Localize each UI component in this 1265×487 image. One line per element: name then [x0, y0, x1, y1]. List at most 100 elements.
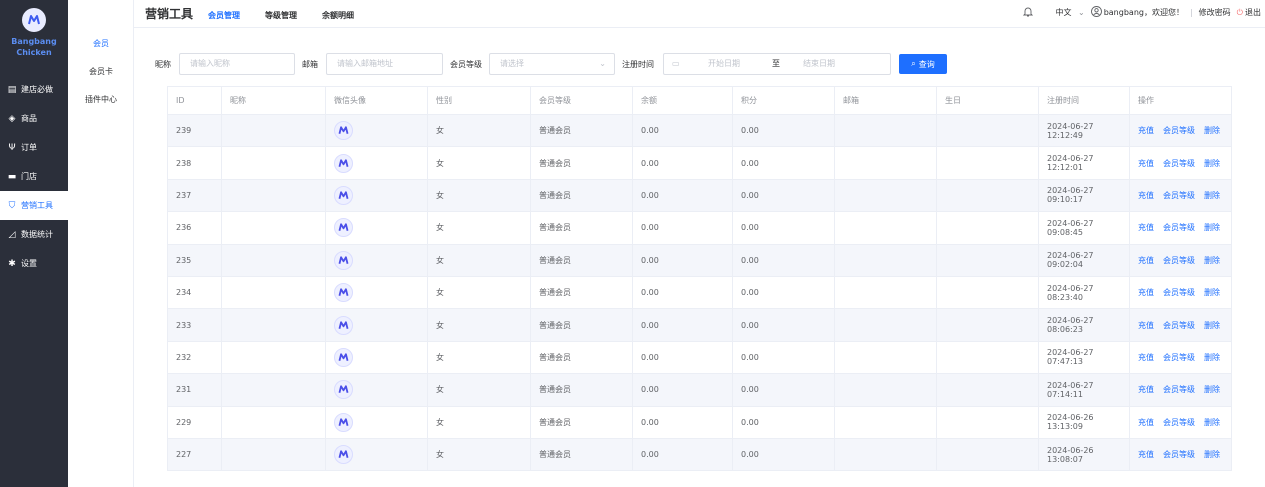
- avatar-cell: [325, 179, 428, 213]
- tab-level-management[interactable]: 等级管理: [265, 10, 297, 21]
- cell-email: [834, 438, 937, 472]
- language-select[interactable]: 中文 ⌄: [1055, 7, 1084, 18]
- sidebar-item-4[interactable]: ⛉ 营销工具: [0, 191, 68, 220]
- cell-gender: 女: [427, 179, 531, 213]
- cell-email: [834, 341, 937, 375]
- recharge-link[interactable]: 充值: [1138, 159, 1154, 168]
- member-level-link[interactable]: 会员等级: [1163, 450, 1195, 459]
- member-level-link[interactable]: 会员等级: [1163, 353, 1195, 362]
- cell-birthday: [936, 341, 1039, 375]
- table-row: 236 女普通会员 0.00 0.00 2024-06-27 09:08:45 充值 会员等…: [167, 211, 1232, 245]
- sub-item-member[interactable]: 会员: [68, 38, 134, 49]
- recharge-link[interactable]: 充值: [1138, 191, 1154, 200]
- delete-link[interactable]: 删除: [1204, 288, 1220, 297]
- recharge-link[interactable]: 充值: [1138, 321, 1154, 330]
- main-sidebar: Bangbang Chicken ▤ 建店必做 ◈ 商品 Ψ 订单 ▬ 门店 ⛉ 营销工具 ◿ 数据统…: [0, 0, 68, 487]
- member-level-link[interactable]: 会员等级: [1163, 256, 1195, 265]
- sidebar-item-6[interactable]: ✱ 设置: [0, 249, 68, 278]
- level-select[interactable]: 请选择 ⌄: [489, 53, 615, 75]
- cell-gender: 女: [427, 341, 531, 375]
- cell-actions: 充值 会员等级 删除: [1129, 406, 1232, 439]
- cell-email: [834, 211, 937, 245]
- end-date[interactable]: 结束日期: [803, 54, 835, 74]
- cell-gender: 女: [427, 308, 531, 342]
- cell-id: 234: [167, 276, 222, 310]
- start-date[interactable]: 开始日期: [708, 54, 740, 74]
- query-button[interactable]: ⌕ 查询: [899, 54, 947, 74]
- brand: Bangbang Chicken: [0, 0, 68, 75]
- cell-actions: 充值 会员等级 删除: [1129, 114, 1232, 148]
- cell-id: 233: [167, 308, 222, 342]
- sidebar-item-1[interactable]: ◈ 商品: [0, 104, 68, 133]
- date-range-picker[interactable]: ▭ 开始日期 至 结束日期: [663, 53, 891, 75]
- cell-birthday: [936, 244, 1039, 277]
- member-level-link[interactable]: 会员等级: [1163, 159, 1195, 168]
- sub-item-plugin-center[interactable]: 插件中心: [68, 94, 134, 105]
- cell-regtime: 2024-06-27 07:47:13: [1038, 341, 1130, 375]
- delete-link[interactable]: 删除: [1204, 256, 1220, 265]
- cell-id: 238: [167, 146, 222, 180]
- cell-actions: 充值 会员等级 删除: [1129, 179, 1232, 213]
- member-level-link[interactable]: 会员等级: [1163, 288, 1195, 297]
- email-input[interactable]: 请输入邮箱地址: [326, 53, 443, 75]
- range-separator: 至: [772, 59, 780, 68]
- recharge-link[interactable]: 充值: [1138, 450, 1154, 459]
- bell-icon[interactable]: [1023, 6, 1034, 19]
- member-level-link[interactable]: 会员等级: [1163, 223, 1195, 232]
- delete-link[interactable]: 删除: [1204, 353, 1220, 362]
- cell-birthday: [936, 211, 1039, 245]
- cell-actions: 充值 会员等级 删除: [1129, 276, 1232, 310]
- cell-level: 普通会员: [530, 276, 633, 310]
- sidebar-item-3[interactable]: ▬ 门店: [0, 162, 68, 191]
- cell-balance: 0.00: [632, 244, 733, 277]
- cell-gender: 女: [427, 438, 531, 472]
- change-password-link[interactable]: 修改密码: [1199, 7, 1231, 18]
- cell-balance: 0.00: [632, 373, 733, 407]
- delete-link[interactable]: 删除: [1204, 385, 1220, 394]
- recharge-link[interactable]: 充值: [1138, 418, 1154, 427]
- member-level-link[interactable]: 会员等级: [1163, 126, 1195, 135]
- member-level-link[interactable]: 会员等级: [1163, 191, 1195, 200]
- member-level-link[interactable]: 会员等级: [1163, 385, 1195, 394]
- cell-regtime: 2024-06-27 12:12:01: [1038, 146, 1130, 180]
- box-icon: ◈: [8, 113, 16, 124]
- cell-id: 235: [167, 244, 222, 277]
- recharge-link[interactable]: 充值: [1138, 385, 1154, 394]
- delete-link[interactable]: 删除: [1204, 450, 1220, 459]
- avatar: [334, 218, 353, 238]
- cell-birthday: [936, 179, 1039, 213]
- logout-button[interactable]: ⏻ 退出: [1237, 7, 1261, 18]
- avatar: [334, 283, 353, 303]
- member-level-link[interactable]: 会员等级: [1163, 418, 1195, 427]
- member-level-link[interactable]: 会员等级: [1163, 321, 1195, 330]
- recharge-link[interactable]: 充值: [1138, 256, 1154, 265]
- cell-level: 普通会员: [530, 211, 633, 245]
- query-label: 查询: [918, 59, 935, 69]
- recharge-link[interactable]: 充值: [1138, 126, 1154, 135]
- cell-id: 239: [167, 114, 222, 148]
- cell-level: 普通会员: [530, 438, 633, 472]
- recharge-link[interactable]: 充值: [1138, 353, 1154, 362]
- delete-link[interactable]: 删除: [1204, 191, 1220, 200]
- nickname-input[interactable]: 请输入昵称: [179, 53, 295, 75]
- delete-link[interactable]: 删除: [1204, 223, 1220, 232]
- table-row: 239 女普通会员 0.00 0.00 2024-06-27 12:12:49 充值 会员等…: [167, 114, 1232, 148]
- cell-id: 231: [167, 373, 222, 407]
- sidebar-item-2[interactable]: Ψ 订单: [0, 133, 68, 162]
- sidebar-item-0[interactable]: ▤ 建店必做: [0, 75, 68, 104]
- sidebar-item-5[interactable]: ◿ 数据统计: [0, 220, 68, 249]
- cell-regtime: 2024-06-27 09:10:17: [1038, 179, 1130, 213]
- chart-icon: ◿: [8, 229, 16, 240]
- sub-item-member-card[interactable]: 会员卡: [68, 66, 134, 77]
- delete-link[interactable]: 删除: [1204, 159, 1220, 168]
- avatar: [334, 315, 353, 335]
- tab-balance-details[interactable]: 余额明细: [322, 10, 354, 21]
- recharge-link[interactable]: 充值: [1138, 223, 1154, 232]
- recharge-link[interactable]: 充值: [1138, 288, 1154, 297]
- table-row: 237 女普通会员 0.00 0.00 2024-06-27 09:10:17 充值 会员等…: [167, 179, 1232, 213]
- delete-link[interactable]: 删除: [1204, 418, 1220, 427]
- delete-link[interactable]: 删除: [1204, 126, 1220, 135]
- delete-link[interactable]: 删除: [1204, 321, 1220, 330]
- tab-member-management[interactable]: 会员管理: [208, 10, 240, 21]
- top-bar: 营销工具 会员管理 等级管理 余额明细 中文 ⌄ bangbang，欢迎您！ |…: [134, 0, 1265, 28]
